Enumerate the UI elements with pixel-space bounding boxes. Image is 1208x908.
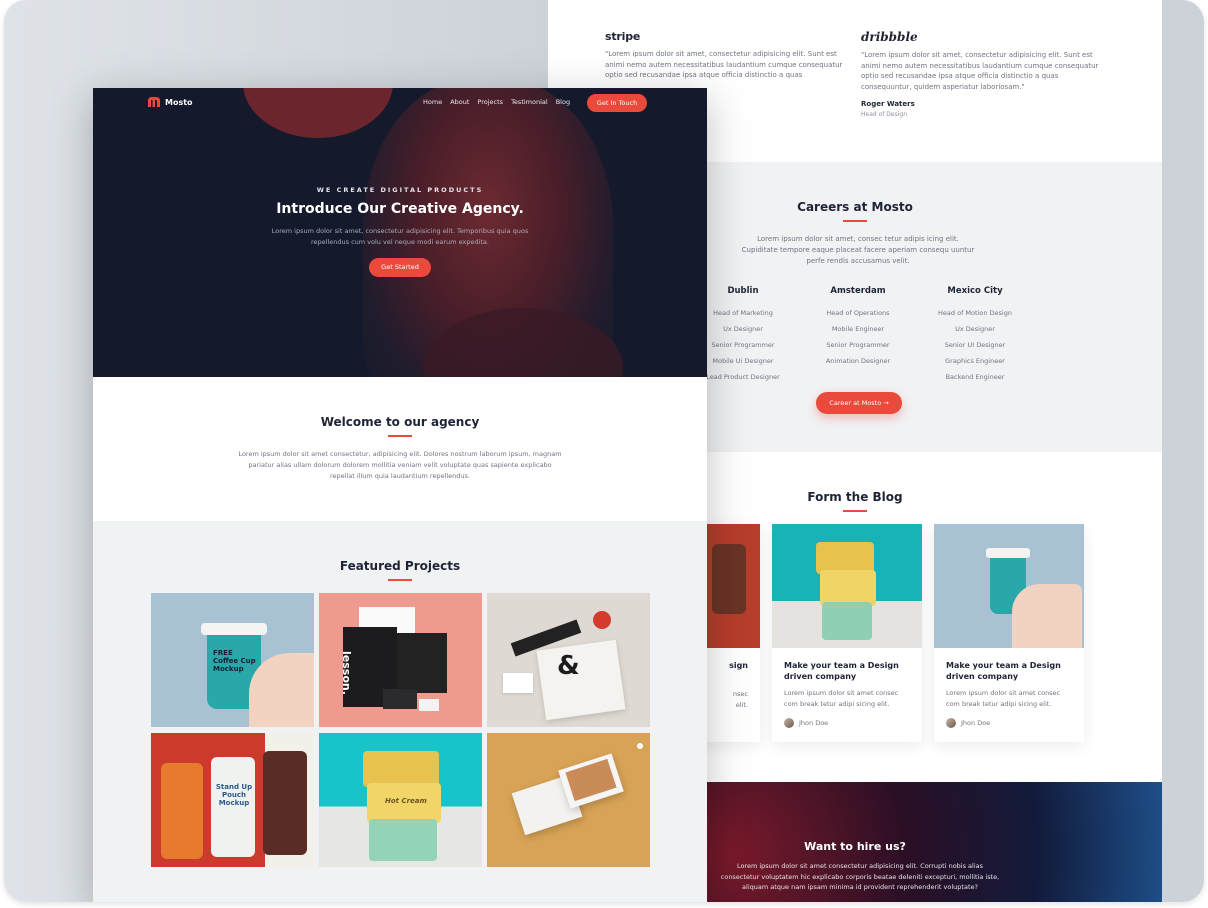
logo[interactable]: Mosto [147, 96, 193, 108]
hero-background-shape [243, 88, 393, 138]
testimonial-quote: "Lorem ipsum dolor sit amet, consectetur… [605, 50, 843, 79]
job-link[interactable]: Head of Motion Design [915, 305, 1035, 321]
blog-card-image [772, 524, 922, 648]
hero-title: Introduce Our Creative Agency. [276, 201, 524, 217]
nav-item-testimonial[interactable]: Testimonial [511, 98, 548, 106]
blog-card-text: Lorem ipsum dolor sit amet consec com br… [946, 689, 1061, 708]
logo-icon [148, 97, 160, 107]
pouch-shape [211, 757, 255, 857]
job-link[interactable]: Senior UI Designer [915, 337, 1035, 353]
cup-label: FREE Coffee Cup Mockup [213, 649, 256, 673]
card-shape [503, 673, 533, 693]
blog-card-text: Lorem ipsum dolor sit amet consec com br… [784, 689, 899, 708]
title-underline [843, 220, 867, 222]
dribbble-logo: dribbble [861, 30, 918, 44]
paper-cup-shape [820, 570, 876, 606]
blog-card-title[interactable]: Make your team a Design driven company [772, 648, 922, 682]
blog-card-title[interactable]: Make your team a Design driven company [934, 648, 1084, 682]
paper-cup-shape [822, 602, 872, 640]
city-name: Mexico City [947, 286, 1003, 296]
pouch-shape [161, 763, 203, 859]
job-link[interactable]: Graphics Engineer [915, 353, 1035, 369]
project-tile-stationery[interactable]: lesson. [319, 593, 482, 727]
get-started-button[interactable]: Get Started [369, 258, 431, 277]
testimonial-author-name: Roger Waters [861, 100, 915, 108]
hire-text: Lorem ipsum dolor sit amet consectetur a… [720, 862, 1000, 891]
mug-shape [593, 611, 611, 629]
poster-shape [536, 639, 626, 721]
nav-item-projects[interactable]: Projects [477, 98, 503, 106]
testimonial-author-role: Head of Design [861, 111, 908, 118]
hero-eyebrow: WE CREATE DIGITAL PRODUCTS [316, 186, 484, 194]
avatar [784, 718, 794, 728]
welcome-text: Lorem ipsum dolor sit amet consectetur, … [238, 450, 562, 480]
city-column-mexico-city: Mexico City Head of Motion Design Ux Des… [915, 286, 1035, 385]
welcome-title: Welcome to our agency [320, 415, 480, 429]
nav-item-home[interactable]: Home [423, 98, 442, 106]
paper-cup-shape [363, 751, 439, 787]
job-link[interactable]: Senior Programmer [798, 337, 918, 353]
card-shape [419, 699, 439, 711]
careers-intro: Lorem ipsum dolor sit amet, consec tetur… [741, 235, 975, 265]
paper-cup-shape [369, 819, 437, 861]
hero-text: Lorem ipsum dolor sit amet, consectetur … [271, 227, 529, 246]
pouch-shape [712, 544, 746, 614]
testimonial-dribbble: dribbble "Lorem ipsum dolor sit amet, co… [861, 30, 1101, 118]
city-name: Amsterdam [830, 286, 886, 296]
job-link[interactable]: Animation Designer [798, 353, 918, 369]
ampersand-icon: & [557, 651, 580, 681]
carousel-dot-icon[interactable] [637, 743, 643, 749]
showcase-frame: stripe "Lorem ipsum dolor sit amet, cons… [4, 0, 1204, 902]
logo-text: Mosto [165, 97, 193, 107]
brand-mark: lesson. [340, 651, 353, 695]
project-tile-postcard[interactable] [487, 733, 650, 867]
pouch-shape [263, 751, 307, 855]
blog-card-author: Jhon Doe [784, 718, 828, 728]
cup-lid-shape [201, 623, 267, 635]
envelope-shape [383, 689, 417, 709]
welcome-section: Welcome to our agency Lorem ipsum dolor … [93, 377, 707, 521]
blog-card[interactable]: Make your team a Design driven company L… [772, 524, 922, 742]
blog-card[interactable]: Make your team a Design driven company L… [934, 524, 1084, 742]
get-in-touch-button[interactable]: Get In Touch [587, 94, 647, 112]
blog-card-author: Jhon Doe [946, 718, 990, 728]
title-underline [388, 435, 412, 437]
nav-item-about[interactable]: About [450, 98, 469, 106]
folder-shape [397, 633, 447, 693]
avatar [946, 718, 956, 728]
main-nav: Home About Projects Testimonial Blog [423, 98, 578, 106]
project-tile-branding[interactable]: & [487, 593, 650, 727]
job-link[interactable]: Ux Designer [915, 321, 1035, 337]
job-link[interactable]: Head of Operations [798, 305, 918, 321]
city-column-amsterdam: Amsterdam Head of Operations Mobile Engi… [798, 286, 918, 369]
front-page: Mosto Home About Projects Testimonial Bl… [93, 88, 707, 902]
cup-brand: Hot Cream [385, 797, 427, 805]
nav-item-blog[interactable]: Blog [556, 98, 570, 106]
hand-shape [1012, 584, 1082, 648]
project-tile-paper-cups[interactable]: Hot Cream [319, 733, 482, 867]
hero-section: Mosto Home About Projects Testimonial Bl… [93, 88, 707, 377]
author-name: Jhon Doe [799, 719, 829, 727]
testimonial-stripe: stripe "Lorem ipsum dolor sit amet, cons… [605, 30, 845, 81]
testimonial-quote: "Lorem ipsum dolor sit amet, consectetur… [861, 51, 1099, 91]
title-underline [843, 510, 867, 512]
featured-projects-section: Featured Projects FREE Coffee Cup Mockup… [93, 521, 707, 902]
cup-lid-shape [986, 548, 1030, 558]
blog-card-image [934, 524, 1084, 648]
career-button[interactable]: Career at Mosto → [816, 392, 902, 414]
job-link[interactable]: Backend Engineer [915, 369, 1035, 385]
author-name: Jhon Doe [961, 719, 991, 727]
projects-title: Featured Projects [339, 559, 461, 573]
pouch-label: Stand Up Pouch Mockup [215, 783, 253, 807]
project-tile-coffee-cup[interactable]: FREE Coffee Cup Mockup [151, 593, 314, 727]
project-tile-pouches[interactable]: Stand Up Pouch Mockup [151, 733, 314, 867]
job-link[interactable]: Mobile Engineer [798, 321, 918, 337]
stripe-logo: stripe [605, 30, 641, 43]
title-underline [388, 579, 412, 581]
